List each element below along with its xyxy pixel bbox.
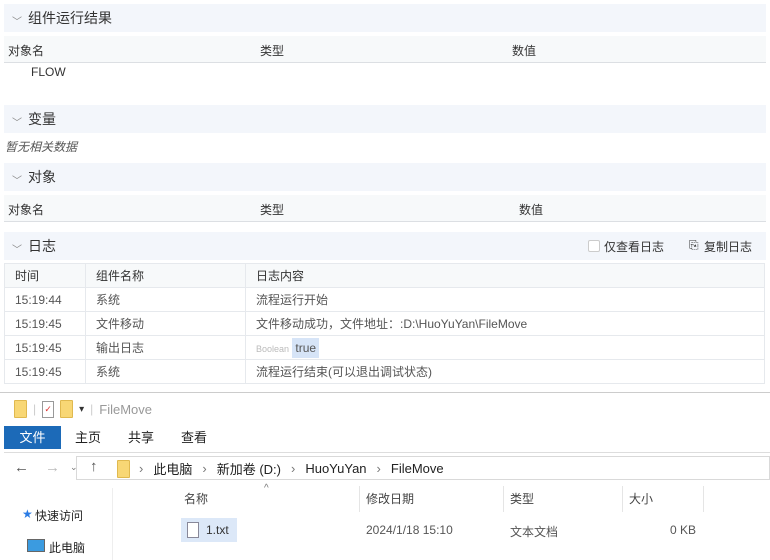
log-row: 15:19:44 系统 流程运行开始 (4, 287, 765, 312)
sidebar-quick-access[interactable]: 快速访问 (35, 507, 83, 524)
tab-share[interactable]: 共享 (128, 426, 154, 449)
forward-icon[interactable]: → (45, 459, 60, 476)
tab-home[interactable]: 主页 (75, 426, 101, 449)
sidebar-this-pc[interactable]: 此电脑 (35, 539, 109, 556)
file-explorer-window: | ✓ ▾ | FileMove 文件 主页 共享 查看 ← → ⌄ ↑ › 此电脑… (0, 392, 770, 560)
properties-icon[interactable]: ✓ (42, 400, 55, 418)
log-row: 15:19:45 输出日志 Boolean true (4, 335, 765, 360)
new-folder-icon[interactable] (60, 400, 74, 418)
chevron-down-icon: ﹀ (12, 118, 22, 129)
address-bar[interactable]: › 此电脑 › 新加卷 (D:) › HuoYuYan › FileMove (76, 456, 770, 480)
tab-view[interactable]: 查看 (181, 426, 207, 449)
window-title: FileMove (99, 401, 153, 417)
breadcrumb-item[interactable]: FileMove (391, 461, 444, 476)
customize-toolbar-icon[interactable]: ▾ (79, 404, 84, 415)
variables-section-header[interactable]: ﹀ 变量 (4, 105, 766, 133)
back-icon[interactable]: ← (14, 459, 29, 476)
star-icon: ★ (22, 507, 33, 521)
folder-icon (117, 460, 130, 478)
log-row: 15:19:45 文件移动 文件移动成功，文件地址：:D:\HuoYuYan\Fil… (4, 311, 765, 336)
results-section-header[interactable]: ﹀ 组件运行结果 (4, 4, 766, 32)
result-row[interactable]: FLOW (31, 65, 66, 79)
log-row: 15:19:45 系统 流程运行结束(可以退出调试状态) (4, 359, 765, 384)
column-date[interactable]: 修改日期 (360, 486, 504, 512)
tab-file[interactable]: 文件 (4, 426, 61, 449)
type-tag: Boolean (256, 343, 290, 354)
chevron-down-icon: ﹀ (12, 17, 22, 28)
column-type[interactable]: 类型 (504, 486, 623, 512)
breadcrumb-item[interactable]: 新加卷 (D:) (217, 459, 281, 478)
log-table: 时间 组件名称 日志内容 15:19:44 系统 流程运行开始 15:19:45 文件移动… (4, 263, 765, 384)
log-section-header[interactable]: ﹀ 日志 仅查看日志 ⎘ 复制日志 (4, 232, 766, 260)
log-header-row: 时间 组件名称 日志内容 (4, 263, 765, 288)
copy-log-button[interactable]: 复制日志 (704, 238, 752, 255)
folder-icon (14, 400, 27, 418)
log-value: true (292, 337, 320, 358)
objects-table-header: 对象名 类型 数值 (4, 195, 766, 222)
objects-section-header[interactable]: ﹀ 对象 (4, 163, 766, 191)
column-name[interactable]: 名称 (178, 486, 360, 512)
copy-icon: ⎘ (689, 238, 699, 252)
file-row[interactable]: 1.txt (181, 518, 237, 542)
text-file-icon (187, 522, 199, 538)
breadcrumb-item[interactable]: HuoYuYan (305, 461, 366, 476)
chevron-down-icon: ﹀ (12, 176, 22, 187)
only-log-label[interactable]: 仅查看日志 (604, 238, 664, 255)
breadcrumb-item[interactable]: 此电脑 (153, 459, 192, 478)
empty-message: 暂无相关数据 (5, 140, 78, 154)
chevron-down-icon: ﹀ (12, 245, 22, 256)
only-log-checkbox[interactable] (588, 240, 600, 252)
column-size[interactable]: 大小 (623, 486, 704, 512)
results-table-header: 对象名 类型 数值 (4, 36, 766, 63)
